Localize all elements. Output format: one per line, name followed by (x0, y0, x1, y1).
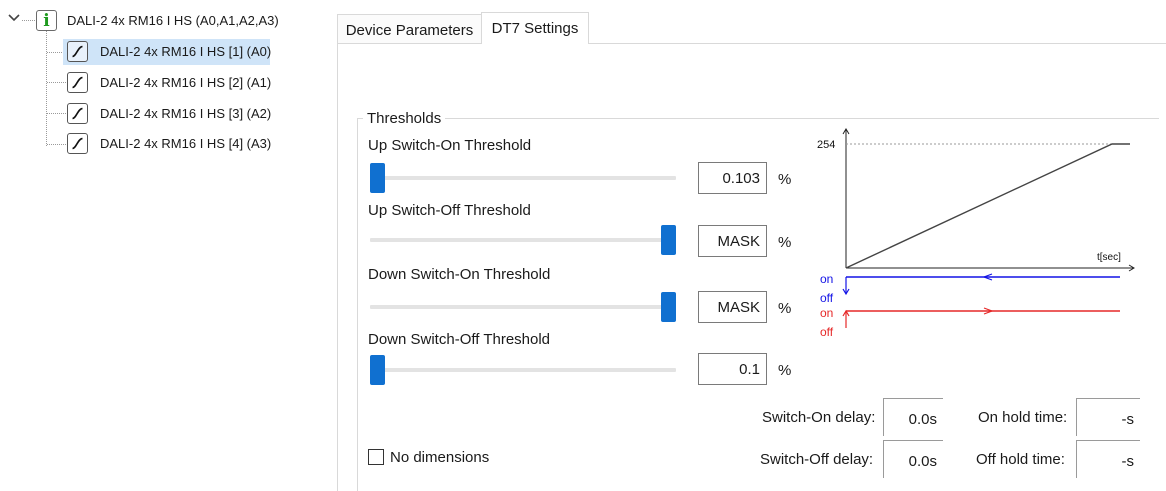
percent-unit: % (778, 300, 792, 317)
percent-unit: % (778, 171, 792, 188)
tree-item-label: DALI-2 4x RM16 I HS [1] (A0) (100, 44, 272, 59)
slider-track (370, 305, 676, 309)
no-dimensions-checkbox[interactable] (368, 449, 384, 465)
dimmer-curve-icon (67, 103, 88, 124)
up-switch-on-value[interactable]: 0.103 (698, 162, 767, 194)
down-switch-off-slider[interactable] (370, 355, 676, 385)
up-switch-off-label: Up Switch-Off Threshold (368, 202, 531, 219)
up-switch-on-slider[interactable] (370, 163, 676, 193)
device-tree: i DALI-2 4x RM16 I HS (A0,A1,A2,A3) DALI… (0, 0, 320, 491)
dimmer-curve-icon (67, 133, 88, 154)
slider-track (370, 238, 676, 242)
down-off-label: off (820, 325, 834, 339)
percent-unit: % (778, 362, 792, 379)
tree-item-label: DALI-2 4x RM16 I HS [3] (A2) (100, 106, 272, 121)
slider-track (370, 368, 676, 372)
tab-device-parameters[interactable]: Device Parameters (337, 14, 482, 43)
slider-thumb[interactable] (661, 225, 676, 255)
dimmer-curve-icon (67, 41, 88, 62)
down-switch-on-label: Down Switch-On Threshold (368, 266, 551, 283)
switch-off-delay-label: Switch-Off delay: (760, 451, 874, 468)
tab-dt7-settings[interactable]: DT7 Settings (481, 12, 589, 44)
tree-item-a2[interactable]: DALI-2 4x RM16 I HS [3] (A2) (63, 101, 272, 127)
down-switch-on-value[interactable]: MASK (698, 291, 767, 323)
on-hold-time-label: On hold time: (978, 409, 1068, 426)
threshold-diagram: 254 t[sec] on off on off (817, 128, 1135, 339)
slider-thumb[interactable] (370, 355, 385, 385)
slider-thumb[interactable] (661, 292, 676, 322)
tree-item-a3[interactable]: DALI-2 4x RM16 I HS [4] (A3) (63, 131, 272, 157)
up-switch-off-value[interactable]: MASK (698, 225, 767, 257)
up-switch-on-label: Up Switch-On Threshold (368, 137, 532, 154)
up-switch-off-slider[interactable] (370, 225, 676, 255)
ramp-line (845, 143, 1130, 269)
down-switch-on-slider[interactable] (370, 292, 676, 322)
chevron-down-icon[interactable] (7, 12, 21, 24)
dimmer-curve-icon (67, 72, 88, 93)
tree-item-label: DALI-2 4x RM16 I HS [2] (A1) (100, 75, 272, 90)
percent-unit: % (778, 234, 792, 251)
switch-on-delay-field[interactable]: 0.0s (883, 398, 943, 436)
tree-connector (22, 20, 35, 21)
tree-connector (46, 31, 47, 146)
no-dimensions-label: No dimensions (390, 449, 490, 466)
switch-off-delay-field[interactable]: 0.0s (883, 440, 943, 478)
active-tab-joint (482, 42, 588, 45)
off-hold-time-label: Off hold time: (976, 451, 1065, 468)
down-switch-off-value[interactable]: 0.1 (698, 353, 767, 385)
slider-track (370, 176, 676, 180)
tree-root-label[interactable]: DALI-2 4x RM16 I HS (A0,A1,A2,A3) (67, 13, 279, 28)
info-icon: i (36, 10, 57, 31)
off-hold-time-field[interactable]: -s (1076, 440, 1140, 478)
up-on-label: on (820, 272, 833, 286)
up-off-label: off (820, 291, 834, 305)
down-on-label: on (820, 306, 833, 320)
on-hold-time-field[interactable]: -s (1076, 398, 1140, 436)
tree-item-a1[interactable]: DALI-2 4x RM16 I HS [2] (A1) (63, 70, 272, 96)
down-switch-off-label: Down Switch-Off Threshold (368, 331, 551, 348)
y-max-label: 254 (817, 139, 835, 151)
switch-on-delay-label: Switch-On delay: (762, 409, 876, 426)
tree-item-a0[interactable]: DALI-2 4x RM16 I HS [1] (A0) (63, 39, 272, 65)
slider-thumb[interactable] (370, 163, 385, 193)
x-axis-label: t[sec] (1097, 252, 1121, 263)
thresholds-title: Thresholds (363, 110, 446, 127)
tree-item-label: DALI-2 4x RM16 I HS [4] (A3) (100, 136, 272, 151)
